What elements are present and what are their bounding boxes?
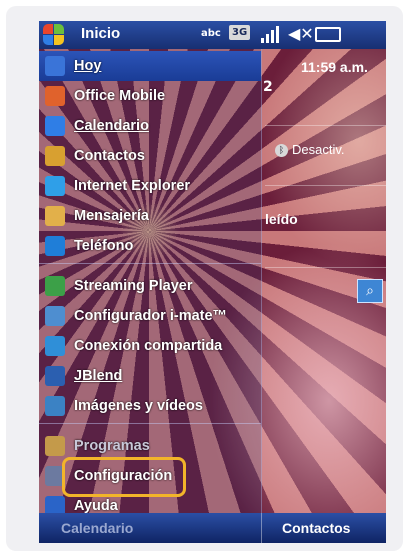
menu-separator xyxy=(39,263,261,264)
network-badge: 3G xyxy=(229,25,251,40)
menu-item-label: Calendario xyxy=(74,118,149,134)
windows-logo-icon[interactable] xyxy=(43,24,65,46)
menu-item-office[interactable]: Office Mobile xyxy=(39,81,261,111)
office-icon xyxy=(45,86,65,106)
menu-item-label: Teléfono xyxy=(74,238,134,254)
today-unread[interactable]: leído xyxy=(265,211,298,227)
highlight-box xyxy=(62,457,186,497)
today-divider xyxy=(265,267,386,268)
input-mode[interactable]: abc xyxy=(201,28,221,39)
status-bar: Inicio abc 3G ◀✕ xyxy=(39,21,386,49)
today-icon xyxy=(45,56,65,76)
softkey-left[interactable]: Calendario xyxy=(61,520,133,536)
speaker-off-icon[interactable]: ◀✕ xyxy=(288,24,314,43)
menu-item-sharing[interactable]: Conexión compartida xyxy=(39,331,261,361)
menu-item-label: Mensajería xyxy=(74,208,149,224)
menu-item-configurator[interactable]: Configurador i-mate™ xyxy=(39,301,261,331)
menu-item-label: Internet Explorer xyxy=(74,178,191,194)
internet-explorer-icon xyxy=(45,176,65,196)
sharing-icon xyxy=(45,336,65,356)
jblend-icon xyxy=(45,366,65,386)
menu-item-label: Configurador i-mate™ xyxy=(74,308,228,324)
softkey-right[interactable]: Contactos xyxy=(282,520,350,536)
bluetooth-status: Desactiv. xyxy=(292,142,345,157)
menu-item-streaming[interactable]: Streaming Player xyxy=(39,271,261,301)
menu-item-label: Streaming Player xyxy=(74,278,193,294)
calendar-icon xyxy=(45,116,65,136)
menu-separator xyxy=(39,423,261,424)
menu-item-jblend[interactable]: JBlend xyxy=(39,361,261,391)
bluetooth-icon: ᛒ xyxy=(275,144,288,157)
menu-item-phone[interactable]: Teléfono xyxy=(39,231,261,261)
start-title[interactable]: Inicio xyxy=(81,25,120,42)
softkey-bar: Calendario Contactos xyxy=(39,513,386,543)
search-icon[interactable]: ⌕ xyxy=(357,279,383,303)
menu-item-contacts[interactable]: Contactos xyxy=(39,141,261,171)
menu-item-calendar[interactable]: Calendario xyxy=(39,111,261,141)
today-time: 11:59 a.m. xyxy=(301,59,368,75)
menu-item-label: Conexión compartida xyxy=(74,338,223,354)
today-bluetooth[interactable]: ᛒ Desactiv. xyxy=(275,142,345,157)
menu-item-label: Hoy xyxy=(74,58,102,74)
menu-item-messaging[interactable]: Mensajería xyxy=(39,201,261,231)
menu-item-pictures[interactable]: Imágenes y vídeos xyxy=(39,391,261,421)
pictures-icon xyxy=(45,396,65,416)
menu-item-label: JBlend xyxy=(74,368,123,384)
contacts-icon xyxy=(45,146,65,166)
softkey-divider xyxy=(261,513,262,543)
configurator-icon xyxy=(45,306,65,326)
messaging-icon xyxy=(45,206,65,226)
menu-item-internet-explorer[interactable]: Internet Explorer xyxy=(39,171,261,201)
streaming-icon xyxy=(45,276,65,296)
start-menu: Hoy Office Mobile Calendario Contactos Inter… xyxy=(39,49,262,519)
menu-item-label: Office Mobile xyxy=(74,88,166,104)
today-count: 2 xyxy=(263,79,273,95)
today-divider xyxy=(265,185,386,186)
battery-icon[interactable] xyxy=(315,27,341,42)
phone-icon xyxy=(45,236,65,256)
signal-icon[interactable] xyxy=(261,26,281,44)
today-divider xyxy=(265,125,386,126)
programs-icon xyxy=(45,436,65,456)
menu-item-label: Contactos xyxy=(74,148,145,164)
menu-item-today[interactable]: Hoy xyxy=(39,51,261,81)
menu-item-label: Imágenes y vídeos xyxy=(74,398,203,414)
